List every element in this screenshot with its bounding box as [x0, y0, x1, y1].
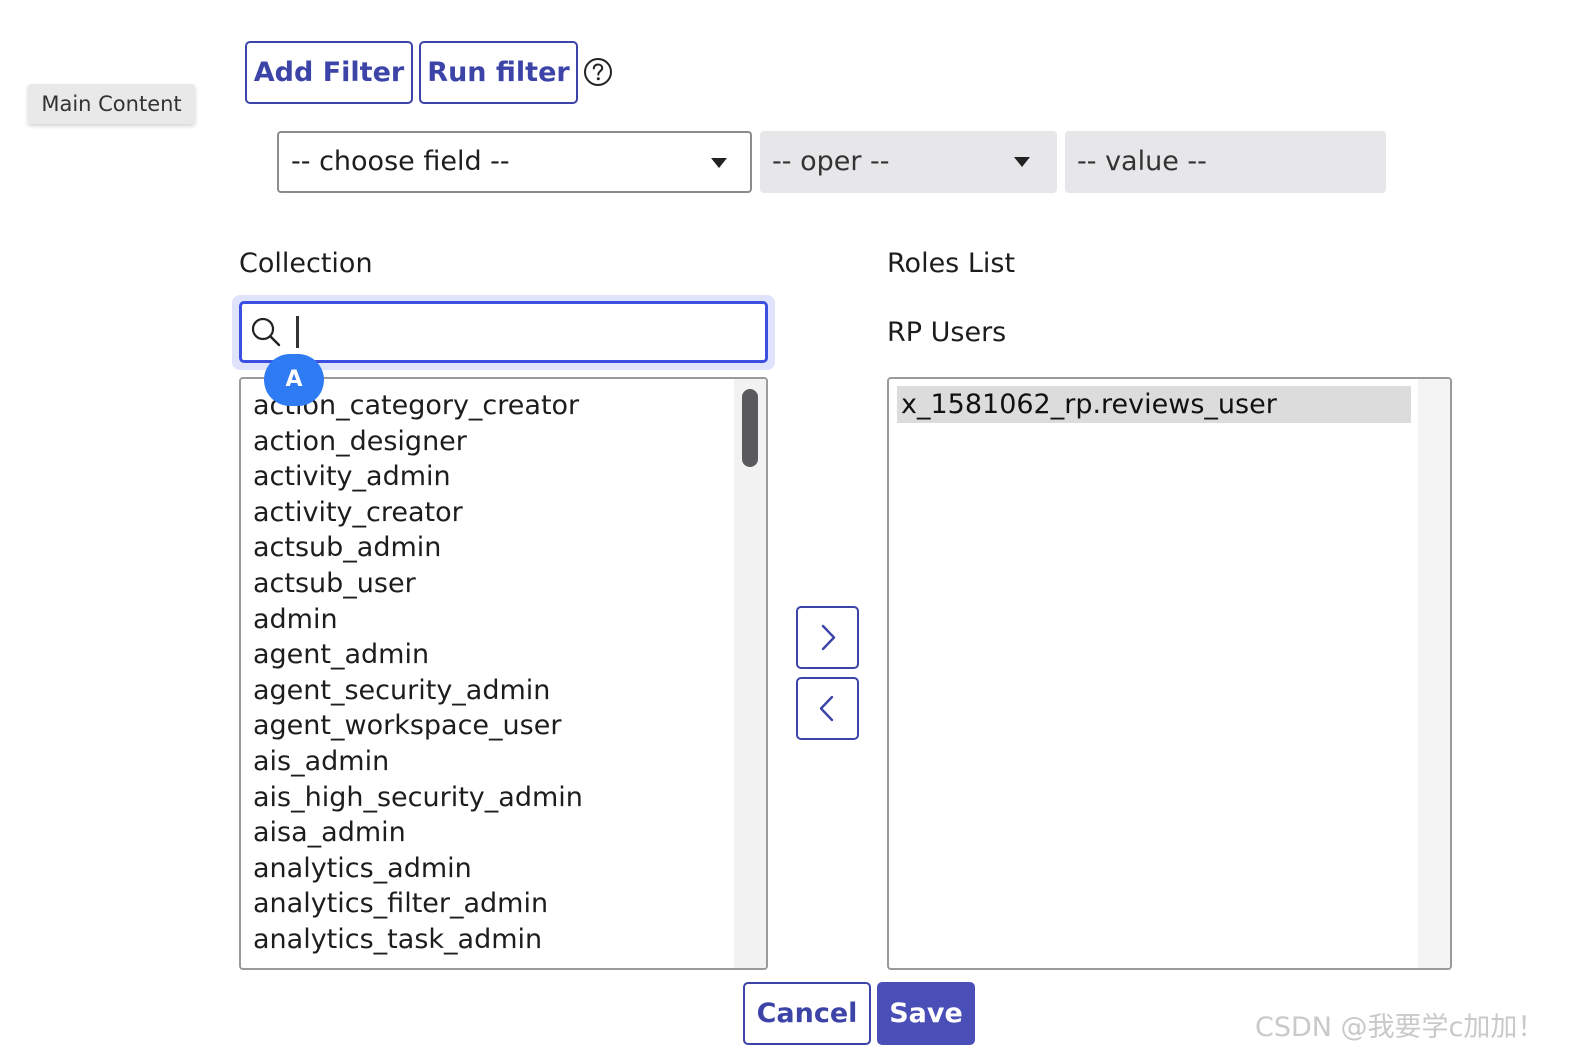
roles-list[interactable]: x_1581062_rp.reviews_user: [887, 377, 1452, 970]
list-item[interactable]: action_designer: [253, 424, 467, 459]
roles-list-title: Roles List: [887, 248, 1016, 279]
collection-search-input[interactable]: [292, 306, 752, 356]
collection-scrollbar[interactable]: [734, 379, 766, 968]
question-circle-icon[interactable]: [583, 57, 613, 87]
list-item[interactable]: agent_admin: [253, 637, 429, 672]
dropdown-arrow-icon: [711, 158, 727, 168]
list-item[interactable]: agent_workspace_user: [253, 708, 561, 743]
search-icon: [251, 317, 281, 347]
list-item[interactable]: ais_admin: [253, 744, 389, 779]
list-item[interactable]: actsub_admin: [253, 530, 441, 565]
save-button[interactable]: Save: [877, 982, 975, 1045]
chevron-right-icon: [821, 624, 836, 651]
list-item[interactable]: analytics_task_admin: [253, 922, 542, 957]
watermark: CSDN @我要学c加加！: [1255, 1012, 1545, 1043]
cancel-button[interactable]: Cancel: [743, 982, 871, 1045]
text-cursor: [296, 316, 299, 348]
operator-select[interactable]: -- oper --: [760, 131, 1057, 193]
add-to-roles-button[interactable]: [796, 606, 859, 669]
list-item[interactable]: activity_creator: [253, 495, 463, 530]
choose-field-select[interactable]: -- choose field --: [277, 131, 752, 193]
collection-list[interactable]: action_category_creator action_designer ac…: [239, 377, 768, 970]
list-item[interactable]: aisa_admin: [253, 815, 406, 850]
rp-users-subtitle: RP Users: [887, 317, 1007, 348]
add-filter-button[interactable]: Add Filter: [245, 41, 413, 104]
dropdown-arrow-icon: [1014, 157, 1030, 167]
list-item[interactable]: analytics_filter_admin: [253, 886, 548, 921]
list-item-selected[interactable]: x_1581062_rp.reviews_user: [897, 386, 1411, 423]
main-content-skip-link[interactable]: Main Content: [28, 84, 195, 124]
remove-from-roles-button[interactable]: [796, 677, 859, 740]
collection-title: Collection: [239, 248, 373, 279]
list-item[interactable]: activity_admin: [253, 459, 451, 494]
value-input[interactable]: -- value --: [1065, 131, 1386, 193]
list-item[interactable]: ais_high_security_admin: [253, 780, 583, 815]
list-item[interactable]: actsub_user: [253, 566, 416, 601]
operator-label: -- oper --: [772, 146, 890, 177]
list-item[interactable]: admin: [253, 602, 338, 637]
choose-field-label: -- choose field --: [291, 146, 510, 177]
list-item[interactable]: agent_security_admin: [253, 673, 550, 708]
run-filter-button[interactable]: Run filter: [419, 41, 578, 104]
shortcut-badge: A: [264, 354, 324, 406]
roles-scrollbar[interactable]: [1418, 379, 1450, 968]
chevron-left-icon: [819, 695, 834, 722]
value-placeholder: -- value --: [1077, 146, 1207, 177]
list-item[interactable]: analytics_admin: [253, 851, 472, 886]
collection-scrollbar-thumb[interactable]: [742, 389, 758, 467]
